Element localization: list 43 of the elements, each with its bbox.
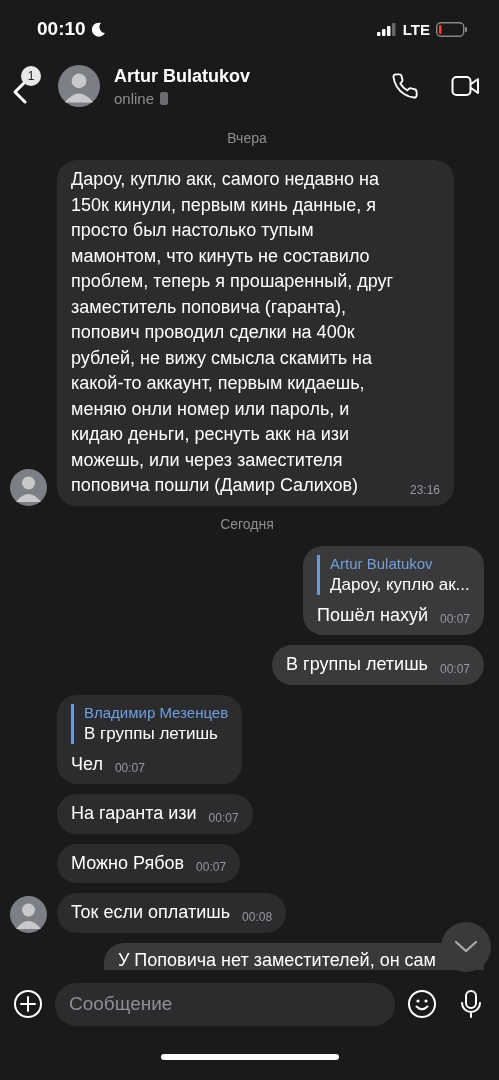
- online-status: online: [114, 89, 155, 107]
- reply-author: Artur Bulatukov: [330, 554, 434, 572]
- video-call-button[interactable]: [451, 74, 481, 98]
- message-text: В группы летишь: [286, 653, 428, 676]
- message-text: Ток если оплатишь: [71, 901, 231, 924]
- message-field[interactable]: Сообщение: [55, 982, 395, 1026]
- battery-icon: [436, 21, 467, 37]
- message-text: Пошёл нахуй: [317, 603, 428, 627]
- emoji-button[interactable]: [407, 989, 437, 1019]
- message-time: 00:07: [439, 661, 470, 676]
- date-separator: Вчера: [227, 130, 267, 146]
- message-text: На гаранта изи: [71, 802, 197, 825]
- scroll-down-button[interactable]: [441, 922, 491, 972]
- message-time: 00:07: [196, 860, 227, 874]
- call-button[interactable]: [391, 72, 419, 100]
- attach-button[interactable]: [13, 989, 43, 1019]
- unread-badge: 1: [21, 66, 41, 86]
- message-time: 00:07: [208, 810, 239, 825]
- message-text: Чел: [71, 752, 103, 776]
- reply-text: Дароу, куплю ак...: [330, 574, 470, 595]
- reply-text: В группы летишь: [84, 723, 219, 744]
- message-time: 00:08: [242, 909, 273, 924]
- reply-author: Владимир Мезенцев: [84, 703, 229, 721]
- back-icon: [12, 79, 28, 105]
- message-text: У Поповича нет заместителей, он сам: [117, 948, 436, 970]
- message-text: Дароу, куплю акк, самого недавно на 150к кинули, первым кинь данные, я просто был настолько тупым мамонтом, что кинуть не составило проблем, теперь я прошаренный, друг заместитель поповича (гаранта), попович проводил сделки на 400к рублей, не вижу смысла скамить на какой-то аккаунт, первым кидаешь, меняю онли номер или пароль, и кидаю деньги, реснуть акк на изи можешь, или через заместителя поповича пошли (Дамир Салихов): [71, 168, 395, 497]
- message-text: Можно Рябов: [71, 851, 185, 875]
- phone-icon: [160, 91, 169, 105]
- microphone-button[interactable]: [459, 989, 483, 1019]
- date-separator: Сегодня: [220, 515, 274, 532]
- chevron-down-icon: [454, 940, 478, 954]
- contact-name: Artur Bulatukov: [114, 65, 251, 87]
- moon-icon: [91, 21, 106, 37]
- message-time: 00:07: [114, 761, 145, 775]
- network-label: LTE: [402, 20, 430, 38]
- message-time: 23:16: [409, 482, 440, 497]
- message-time: 00:07: [439, 612, 470, 626]
- signal-icon: [376, 22, 397, 36]
- avatar-icon: [58, 65, 100, 107]
- avatar-icon: [10, 895, 47, 933]
- status-time: 00:10: [37, 18, 86, 40]
- back-button[interactable]: 1: [12, 66, 48, 106]
- avatar-icon: [10, 468, 47, 506]
